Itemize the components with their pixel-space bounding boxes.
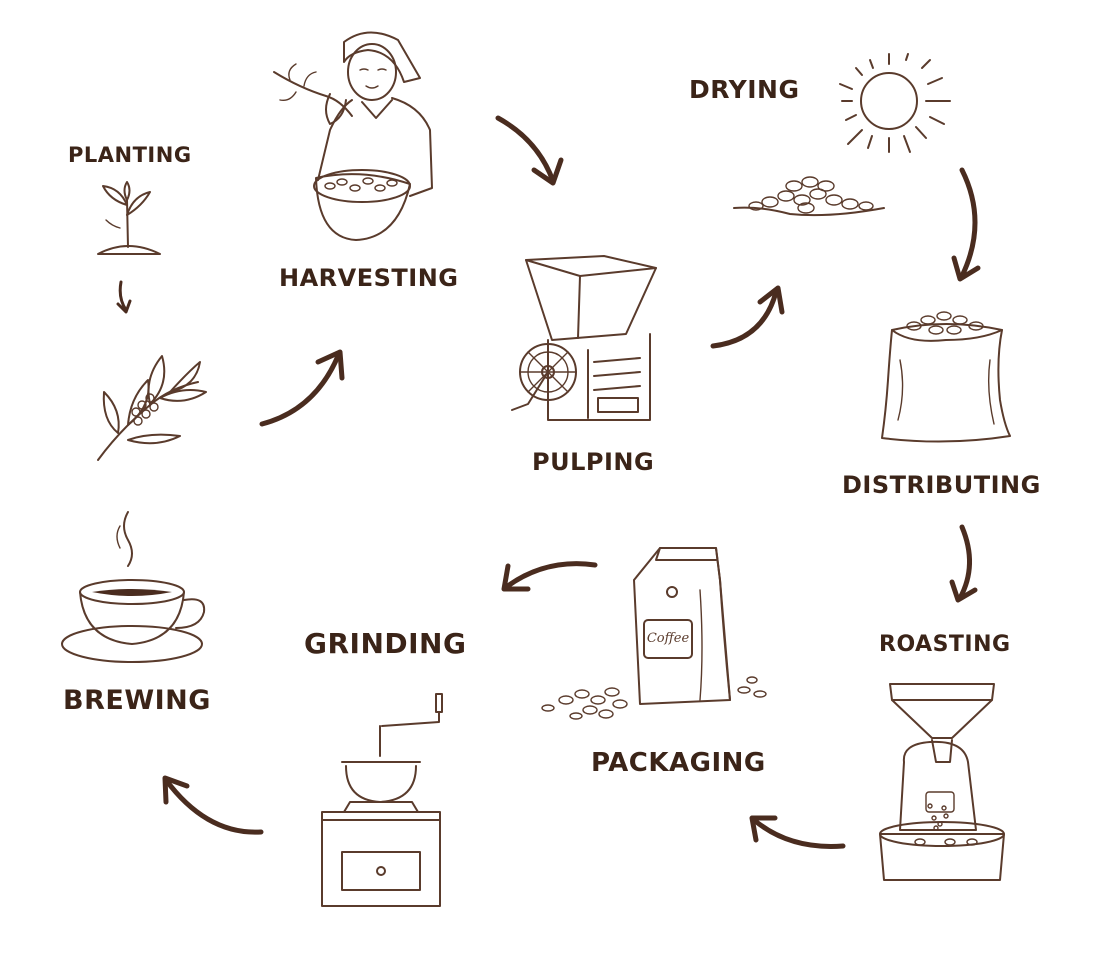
label-drying: DRYING	[689, 75, 800, 104]
roaster-icon	[879, 683, 1005, 881]
coffee-cup-icon	[61, 511, 206, 663]
coffee-branch-icon	[97, 355, 207, 461]
coffee-bag-label: Coffee	[647, 631, 690, 646]
arrow-drying-to-distributing	[951, 167, 981, 282]
sun-icon	[839, 53, 951, 153]
coffee-bag-icon: Coffee	[541, 547, 767, 720]
label-harvesting: HARVESTING	[279, 264, 459, 292]
arrow-distributing-to-roasting	[949, 524, 978, 603]
label-packaging: PACKAGING	[591, 748, 766, 778]
arrow-packaging-to-grinding	[501, 561, 598, 592]
pulping-machine-icon	[511, 255, 657, 421]
label-distributing: DISTRIBUTING	[842, 471, 1041, 499]
arrow-grinding-to-brewing	[162, 775, 264, 835]
label-grinding: GRINDING	[304, 627, 467, 660]
label-roasting: ROASTING	[879, 632, 1011, 657]
coffee-process-diagram: Coffee PLANTING HARVESTING DRYING PULPIN…	[0, 0, 1100, 953]
farmer-harvesting-icon	[273, 31, 433, 241]
arrow-pulping-to-drying	[710, 285, 785, 349]
bean-pile-icon	[733, 176, 885, 217]
seedling-icon	[97, 181, 161, 255]
label-brewing: BREWING	[63, 685, 211, 716]
sack-icon	[881, 311, 1011, 443]
label-pulping: PULPING	[532, 448, 655, 476]
arrow-planting-to-branch	[116, 280, 132, 314]
arrow-roasting-to-packaging	[749, 815, 846, 849]
arrow-harvesting-to-pulping	[495, 115, 564, 186]
grinder-icon	[321, 693, 443, 907]
arrow-branch-to-harvesting	[259, 349, 345, 427]
label-planting: PLANTING	[68, 143, 192, 167]
